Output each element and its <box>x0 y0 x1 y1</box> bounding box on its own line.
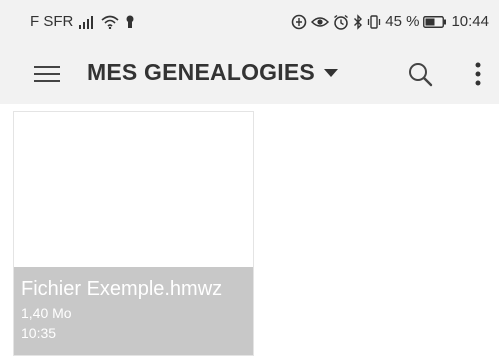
app-bar: MES GENEALOGIES <box>0 44 499 104</box>
file-size: 1,40 Mo <box>21 305 72 321</box>
file-time: 10:35 <box>21 325 57 341</box>
signal-icon <box>79 15 95 29</box>
file-name: Fichier Exemple.hmwz <box>21 278 223 300</box>
battery-percent: 45 % <box>385 13 420 30</box>
file-thumbnail <box>14 112 253 267</box>
data-saver-icon <box>291 14 307 30</box>
battery-icon <box>423 15 447 28</box>
file-card[interactable]: Fichier Exemple.hmwz 1,40 Mo 10:35 <box>13 111 254 356</box>
more-vert-icon <box>475 62 481 86</box>
genealogy-selector[interactable]: MES GENEALOGIES <box>87 59 339 86</box>
search-button[interactable] <box>404 58 436 90</box>
wifi-icon <box>101 15 119 29</box>
search-icon <box>407 61 433 87</box>
alarm-icon <box>333 14 349 30</box>
status-right: 45 % 10:44 <box>291 13 489 30</box>
carrier-label: F SFR <box>30 13 74 30</box>
eye-icon <box>311 15 330 29</box>
file-info: Fichier Exemple.hmwz 1,40 Mo 10:35 <box>14 267 253 355</box>
menu-icon <box>34 64 60 84</box>
bluetooth-icon <box>353 13 363 30</box>
dropdown-arrow-icon <box>323 68 339 78</box>
clock-time: 10:44 <box>451 13 489 30</box>
menu-button[interactable] <box>30 60 64 88</box>
status-left: F SFR <box>30 13 135 30</box>
more-options-button[interactable] <box>464 58 492 90</box>
page-title: MES GENEALOGIES <box>87 59 315 85</box>
vibrate-icon <box>367 14 381 30</box>
file-grid: Fichier Exemple.hmwz 1,40 Mo 10:35 <box>0 104 499 356</box>
keyhole-icon <box>125 15 135 29</box>
status-bar: F SFR 45 % 10:44 <box>0 0 499 44</box>
